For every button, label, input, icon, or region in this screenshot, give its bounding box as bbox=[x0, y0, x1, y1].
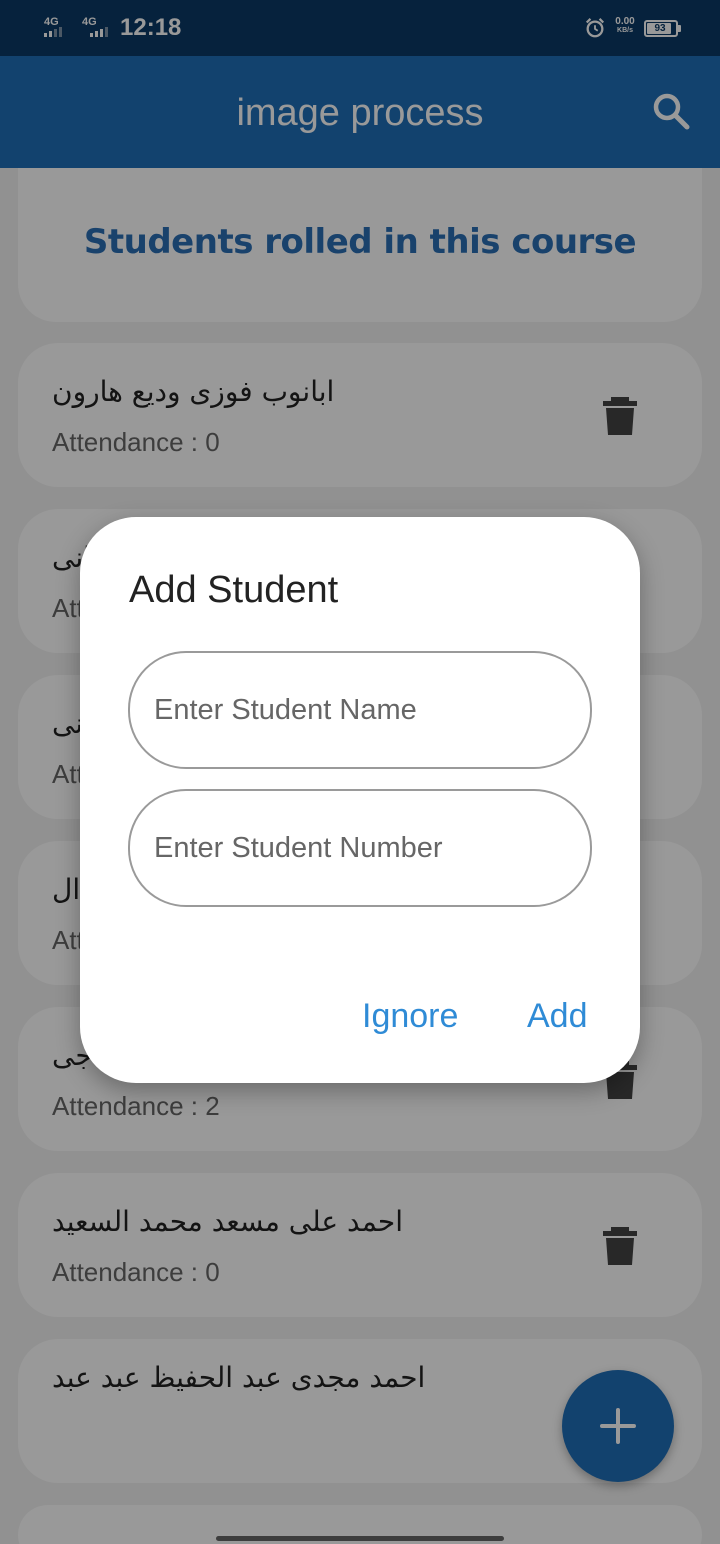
add-student-dialog: Add Student Ignore Add bbox=[80, 517, 640, 1083]
ignore-button[interactable]: Ignore bbox=[362, 997, 458, 1036]
add-button[interactable]: Add bbox=[527, 997, 588, 1036]
student-name-input[interactable] bbox=[128, 651, 592, 769]
dialog-title: Add Student bbox=[129, 569, 339, 611]
student-number-input[interactable] bbox=[128, 789, 592, 907]
